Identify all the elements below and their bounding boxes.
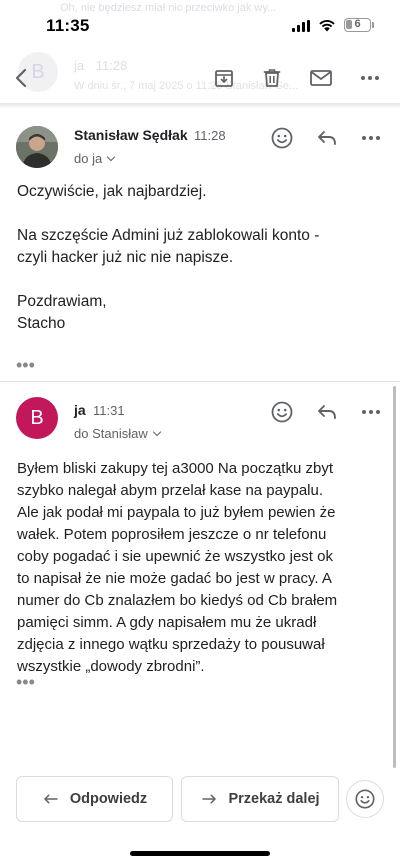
reply-arrow-icon xyxy=(318,131,336,145)
chevron-down-icon xyxy=(152,427,161,437)
message-body: Byłem bliski zakupy tej a3000 Na początk… xyxy=(17,458,337,678)
scrollbar[interactable] xyxy=(393,386,396,768)
recipient-label: do Stanisław xyxy=(74,426,148,441)
message-divider xyxy=(0,381,400,382)
wifi-icon xyxy=(319,20,335,32)
more-horizontal-icon xyxy=(362,410,380,414)
toolbar xyxy=(0,52,400,104)
body-line: pamięci simm. A gdy napisałem mu że ukra… xyxy=(17,614,317,631)
sender-avatar[interactable] xyxy=(16,126,58,168)
message-body: Oczywiście, jak najbardziej. Na szczęści… xyxy=(17,181,319,335)
back-arrow-icon xyxy=(15,68,27,88)
body-line: wałek. Potem poprosiłem jeszcze o nr tel… xyxy=(17,526,327,543)
react-button[interactable] xyxy=(268,398,296,426)
mark-unread-button[interactable] xyxy=(305,62,337,94)
body-line: Stacho xyxy=(17,315,66,332)
emoji-reaction-button[interactable] xyxy=(346,780,384,818)
recipient-toggle[interactable]: do Stanisław xyxy=(74,426,161,441)
forward-label: Przekaż dalej xyxy=(228,791,320,807)
archive-button[interactable] xyxy=(208,62,240,94)
message-more-button[interactable] xyxy=(357,398,385,426)
body-line: zdjęcia z innego wątku sprzedaży to pous… xyxy=(17,636,325,653)
reply-button[interactable] xyxy=(313,398,341,426)
message-time: 11:31 xyxy=(93,403,125,418)
home-indicator[interactable] xyxy=(130,851,270,856)
more-horizontal-icon xyxy=(362,136,380,140)
battery-level: 6 xyxy=(354,18,361,30)
body-line: Byłem bliski zakupy tej a3000 Na początk… xyxy=(17,460,333,477)
body-line: Na szczęście Admini już zablokowali kont… xyxy=(17,227,320,244)
sender-name: ja xyxy=(74,402,86,418)
delete-button[interactable] xyxy=(256,62,288,94)
smiley-icon xyxy=(271,401,293,423)
sender-name: Stanisław Sędłak xyxy=(74,127,188,143)
forward-arrow-icon xyxy=(202,794,217,804)
reply-arrow-icon xyxy=(318,405,336,419)
back-button[interactable] xyxy=(6,62,38,94)
more-horizontal-icon xyxy=(361,76,379,80)
mail-icon xyxy=(310,70,332,86)
smiley-icon xyxy=(355,789,375,809)
profile-photo-icon xyxy=(16,126,58,168)
more-options-button[interactable] xyxy=(354,62,386,94)
battery-icon: 6 xyxy=(344,18,371,32)
clock: 11:35 xyxy=(46,16,90,35)
smiley-icon xyxy=(271,127,293,149)
body-line: coby pogadać i sie upewnić że wszystko j… xyxy=(17,548,333,565)
cellular-signal-icon xyxy=(292,20,310,32)
recipient-label: do ja xyxy=(74,151,103,166)
chevron-down-icon xyxy=(106,152,116,162)
forward-button[interactable]: Przekaż dalej xyxy=(181,776,339,822)
body-line: wszystkie „dowody zbrodni”. xyxy=(17,658,205,675)
reply-arrow-icon xyxy=(44,794,58,804)
recipient-toggle[interactable]: do ja xyxy=(74,151,116,166)
message-more-button[interactable] xyxy=(357,124,385,152)
faded-snippet: Oh, nie będziesz miał nic przeciwko jak … xyxy=(60,2,277,14)
body-line: numer do Cb znalazłem bo kiedyś od Cb br… xyxy=(17,592,338,609)
reply-button[interactable] xyxy=(313,124,341,152)
reply-label: Odpowiedz xyxy=(69,791,148,807)
body-line: Ale jak podał mi paypala to już byłem pe… xyxy=(17,504,336,521)
sender-avatar[interactable]: B xyxy=(16,397,58,439)
show-quoted-text-button[interactable]: ••• xyxy=(16,356,35,374)
body-line: szybko nalegał abym przelał kase na payp… xyxy=(17,482,324,499)
reply-all-button[interactable]: Odpowiedz xyxy=(16,776,173,822)
react-button[interactable] xyxy=(268,124,296,152)
body-line: Pozdrawiam, xyxy=(17,293,107,310)
status-bar: Oh, nie będziesz miał nic przeciwko jak … xyxy=(0,0,400,52)
body-line: Oczywiście, jak najbardziej. xyxy=(17,183,207,200)
message-time: 11:28 xyxy=(194,128,226,143)
show-quoted-text-button[interactable]: ••• xyxy=(16,673,35,691)
body-line: czyli hacker już nic nie napisze. xyxy=(17,249,234,266)
trash-icon xyxy=(263,69,281,87)
body-line: to napisał że nie może gadać bo jest w p… xyxy=(17,570,332,587)
archive-icon xyxy=(215,70,233,87)
